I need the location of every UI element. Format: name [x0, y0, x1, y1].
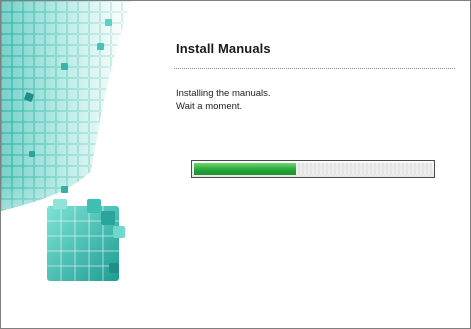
status-message-line: Installing the manuals. — [176, 88, 271, 99]
page-title: Install Manuals — [176, 41, 271, 56]
title-divider — [174, 68, 455, 69]
progress-fill — [194, 163, 297, 175]
status-message-line: Wait a moment. — [176, 101, 243, 112]
install-progress-bar — [191, 160, 435, 178]
teal-cube-graphic — [1, 1, 161, 328]
progress-track — [194, 163, 432, 175]
cube-banner-graphic — [1, 1, 161, 328]
install-manuals-dialog: Install Manuals Installing the manuals. … — [0, 0, 471, 329]
status-message: Installing the manuals. Wait a moment. — [176, 87, 271, 113]
dialog-content: Install Manuals Installing the manuals. … — [174, 1, 458, 328]
